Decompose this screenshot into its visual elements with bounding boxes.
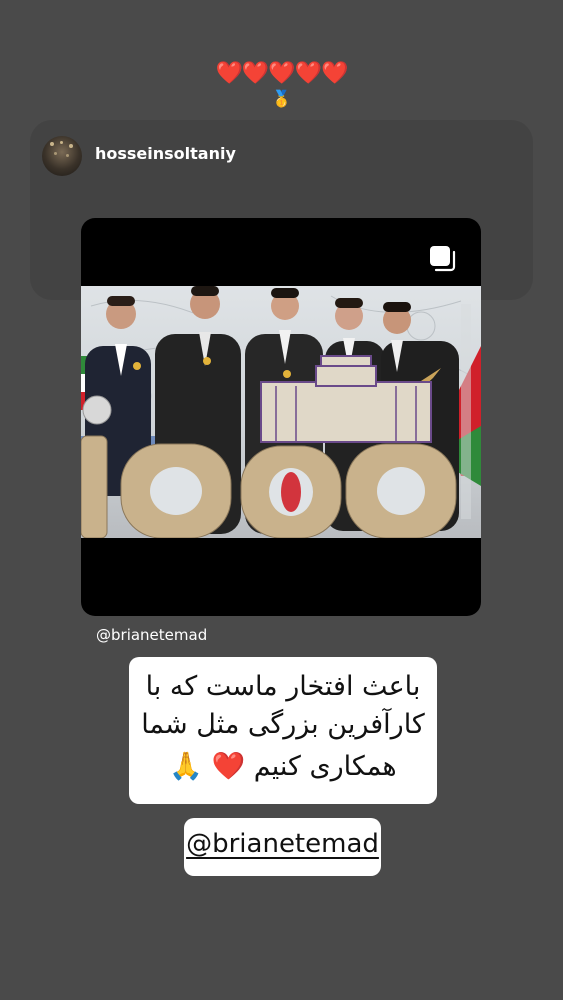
medalists-photo-illustration	[81, 286, 481, 538]
post-photo	[81, 286, 481, 538]
praying-hands-icon: 🙏	[169, 751, 203, 782]
avatar[interactable]	[42, 136, 82, 176]
persian-text-sticker: باعث افتخار ماست که با کارآفرین بزرگی مث…	[129, 657, 437, 804]
sticker-line-3: همکاری کنیم ❤️ 🙏	[129, 749, 437, 785]
post-username[interactable]: hosseinsoltaniy	[95, 144, 236, 163]
story-screen: ❤️❤️❤️❤️❤️ 🥇 hosseinsoltaniy @brianetema…	[0, 0, 563, 1000]
post-media-frame[interactable]	[81, 218, 481, 616]
sticker-line-3-text: همکاری کنیم	[253, 751, 397, 782]
sticker-line-1: باعث افتخار ماست که با	[145, 671, 421, 702]
mention-sticker[interactable]: @brianetemad	[184, 818, 381, 876]
sticker-line-2: کارآفرین بزرگی مثل شما	[141, 709, 425, 740]
gold-medal-icon: 🥇	[271, 89, 292, 108]
top-stickers: ❤️❤️❤️❤️❤️ 🥇	[0, 60, 563, 108]
multiple-posts-icon	[430, 246, 456, 272]
hearts-emoji-row: ❤️❤️❤️❤️❤️	[215, 61, 349, 86]
mention-sticker-label[interactable]: @brianetemad	[186, 829, 379, 859]
post-mention-caption[interactable]: @brianetemad	[96, 626, 207, 644]
heart-icon: ❤️	[211, 751, 246, 782]
